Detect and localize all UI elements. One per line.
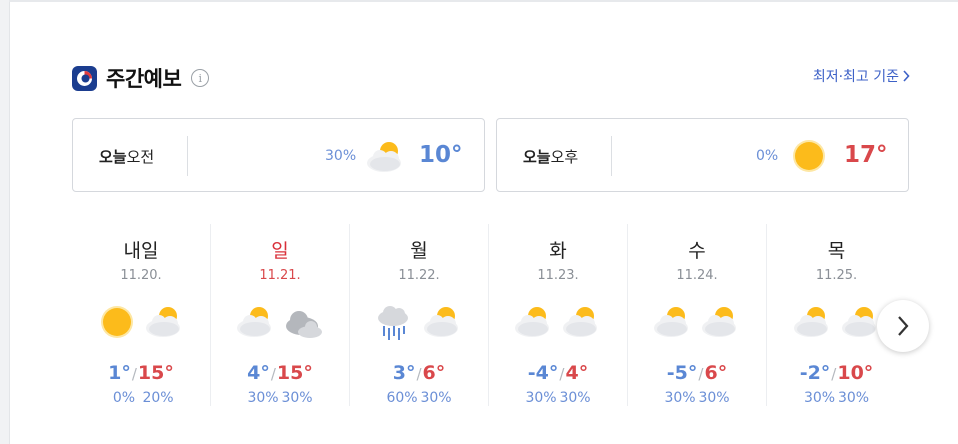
- sunny-icon: [101, 306, 133, 338]
- day-column[interactable]: 월 11.22. 3°/6° 60% 30%: [350, 224, 489, 406]
- day-name: 화: [549, 240, 567, 262]
- day-temps: 1°/15°: [108, 362, 174, 384]
- pop-pm: 30%: [698, 390, 730, 406]
- min-temp: 1°: [108, 362, 131, 384]
- today-am-temp: 10°: [419, 142, 463, 168]
- max-temp: 6°: [422, 362, 446, 384]
- day-weather-icons: [72, 300, 210, 344]
- pop-am: 30%: [803, 390, 836, 406]
- weekly-forecast: 내일 11.20. 1°/15° 0% 20% 일 11.21. 4°/15° 3…: [72, 224, 908, 406]
- divider: [187, 136, 188, 176]
- today-pm-card[interactable]: 오늘오후 0% 17°: [496, 118, 909, 192]
- day-name: 월: [410, 240, 428, 262]
- min-temp: -2°: [799, 362, 831, 384]
- day-pops: 30% 30%: [211, 390, 349, 406]
- day-weather-icons: [350, 300, 488, 344]
- pop-pm: 30%: [281, 390, 313, 406]
- partly-cloudy-icon: [702, 307, 736, 337]
- partly-cloudy-icon: [367, 142, 401, 172]
- kma-logo-icon: [72, 65, 97, 91]
- day-column[interactable]: 화 11.23. -4°/4° 30% 30%: [489, 224, 628, 406]
- max-temp: 4°: [565, 362, 589, 384]
- day-weather-icons: [489, 300, 627, 344]
- chevron-right-icon: [898, 316, 909, 336]
- today-am-card[interactable]: 오늘오전 30% 10°: [72, 118, 485, 192]
- day-column[interactable]: 내일 11.20. 1°/15° 0% 20%: [72, 224, 211, 406]
- day-weather-icons: [211, 300, 349, 344]
- rain-icon: [378, 306, 408, 340]
- day-date: 11.23.: [537, 268, 579, 283]
- min-temp: 3°: [392, 362, 416, 384]
- criteria-link[interactable]: 최저·최고 기준: [813, 66, 910, 86]
- pop-pm: 30%: [837, 390, 870, 406]
- partly-cloudy-icon: [654, 307, 688, 337]
- day-pops: 0% 20%: [72, 390, 210, 406]
- day-date: 11.25.: [815, 268, 858, 283]
- day-date: 11.21.: [259, 268, 301, 283]
- day-pops: 30% 30%: [767, 390, 906, 406]
- day-pops: 60% 30%: [350, 390, 488, 406]
- left-frame-border: [0, 0, 10, 444]
- day-name: 수: [688, 240, 706, 262]
- max-temp: 10°: [837, 362, 874, 384]
- day-column[interactable]: 수 11.24. -5°/6° 30% 30%: [628, 224, 767, 406]
- today-pm-pop: 0%: [756, 148, 779, 164]
- day-pops: 30% 30%: [628, 390, 766, 406]
- pop-am: 30%: [525, 390, 557, 406]
- sunny-icon: [793, 140, 825, 172]
- partly-cloudy-icon: [841, 307, 876, 337]
- day-name: 내일: [123, 240, 159, 262]
- info-icon[interactable]: i: [191, 69, 210, 87]
- today-am-label: 오늘오전: [99, 148, 155, 166]
- today-pm-label: 오늘오후: [523, 148, 579, 166]
- pop-am: 0%: [112, 390, 136, 406]
- cloudy-icon: [286, 311, 322, 338]
- day-temps: -4°/4°: [527, 362, 589, 384]
- pop-pm: 30%: [559, 390, 591, 406]
- min-temp: -4°: [527, 362, 559, 384]
- day-date: 11.20.: [120, 268, 162, 283]
- partly-cloudy-icon: [424, 307, 458, 337]
- top-frame-border: [9, 0, 958, 2]
- partly-cloudy-icon: [146, 307, 180, 337]
- pop-pm: 20%: [142, 390, 174, 406]
- divider: [611, 136, 612, 176]
- day-temps: -5°/6°: [666, 362, 728, 384]
- pop-am: 60%: [386, 390, 418, 406]
- day-weather-icons: [628, 300, 766, 344]
- day-name: 일: [271, 240, 289, 262]
- day-temps: 3°/6°: [392, 362, 446, 384]
- min-temp: 4°: [247, 362, 270, 384]
- max-temp: 15°: [276, 362, 313, 384]
- max-temp: 6°: [704, 362, 728, 384]
- section-title: 주간예보: [106, 67, 182, 91]
- pop-pm: 30%: [420, 390, 452, 406]
- partly-cloudy-icon: [793, 307, 828, 337]
- max-temp: 15°: [137, 362, 174, 384]
- partly-cloudy-icon: [515, 307, 549, 337]
- next-button[interactable]: [877, 300, 929, 352]
- pop-am: 30%: [247, 390, 279, 406]
- day-date: 11.22.: [398, 268, 440, 283]
- partly-cloudy-icon: [237, 307, 271, 337]
- today-pm-temp: 17°: [844, 142, 888, 168]
- day-name: 목: [827, 240, 846, 262]
- min-temp: -5°: [666, 362, 698, 384]
- pop-am: 30%: [664, 390, 696, 406]
- day-temps: 4°/15°: [247, 362, 313, 384]
- section-header: 주간예보 i: [72, 62, 210, 94]
- day-date: 11.24.: [676, 268, 718, 283]
- chevron-right-icon: [903, 70, 910, 82]
- today-am-pop: 30%: [325, 148, 357, 164]
- day-temps: -2°/10°: [799, 362, 874, 384]
- criteria-link-label: 최저·최고 기준: [812, 69, 899, 85]
- day-pops: 30% 30%: [489, 390, 627, 406]
- partly-cloudy-icon: [563, 307, 597, 337]
- day-column[interactable]: 일 11.21. 4°/15° 30% 30%: [211, 224, 350, 406]
